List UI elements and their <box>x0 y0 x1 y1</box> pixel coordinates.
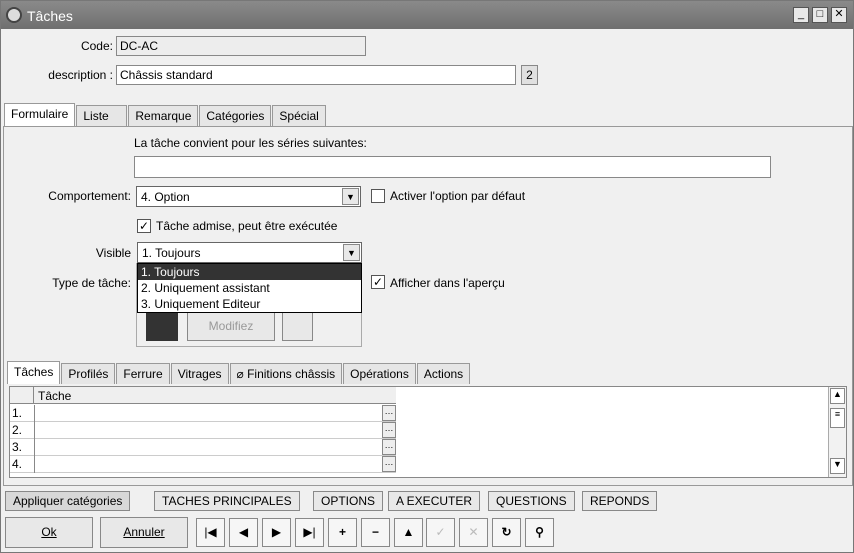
last-record-icon[interactable]: ▶| <box>295 518 324 547</box>
row-header-corner <box>10 387 34 404</box>
visible-dropdown[interactable]: 1. Toujours 2. Uniquement assistant 3. U… <box>137 263 362 313</box>
first-record-icon[interactable]: |◀ <box>196 518 225 547</box>
row-divider <box>34 405 35 422</box>
visible-label: Visible <box>95 246 131 260</box>
description-badge: 2 <box>521 65 538 85</box>
previous-record-icon[interactable]: ◀ <box>229 518 258 547</box>
scroll-down-icon[interactable]: ▼ <box>830 458 845 474</box>
comportement-select[interactable]: 4. Option ▼ <box>136 186 361 207</box>
remove-icon[interactable]: − <box>361 518 390 547</box>
table-body: 1. … 2. … 3. … 4. … <box>10 405 396 473</box>
options-tab[interactable]: OPTIONS <box>313 491 384 511</box>
visible-option[interactable]: 3. Uniquement Editeur <box>138 296 361 312</box>
row-divider <box>34 422 35 439</box>
tab-special[interactable]: Spécial <box>272 105 326 126</box>
activer-label: Activer l'option par défaut <box>390 189 526 203</box>
visible-option[interactable]: 2. Uniquement assistant <box>138 280 361 296</box>
scroll-thumb[interactable]: ≡ <box>830 408 845 428</box>
chevron-down-icon[interactable]: ▼ <box>342 188 359 205</box>
row-divider <box>34 439 35 456</box>
afficher-checkbox[interactable]: ✓ <box>371 275 385 289</box>
table-header: Tâche <box>10 387 396 404</box>
column-header-tache: Tâche <box>38 389 72 403</box>
visible-option[interactable]: 1. Toujours <box>138 264 361 280</box>
table-row[interactable]: 4. … <box>10 456 396 473</box>
task-table: Tâche 1. … 2. … 3. … 4. … ▲ ≡ ▼ <box>9 386 847 478</box>
row-number: 2. <box>12 423 23 437</box>
ellipsis-button[interactable]: … <box>382 405 396 421</box>
window: Tâches _ □ ✕ Code: DC-AC description : C… <box>0 0 854 553</box>
table-row[interactable]: 3. … <box>10 439 396 456</box>
window-title: Tâches <box>27 8 73 24</box>
description-label: description : <box>48 68 113 82</box>
afficher-label: Afficher dans l'aperçu <box>390 276 505 290</box>
appliquer-categories-tab[interactable]: Appliquer catégories <box>5 491 131 511</box>
subtab-vitrages[interactable]: Vitrages <box>170 363 229 384</box>
questions-tab[interactable]: QUESTIONS <box>488 491 575 511</box>
subtab-finitions[interactable]: ⌀ Finitions châssis <box>229 363 343 384</box>
activer-checkbox[interactable] <box>371 189 385 203</box>
subtab-profiles[interactable]: Profilés <box>61 363 116 384</box>
subtab-finitions-label: Finitions châssis <box>247 367 336 381</box>
description-field[interactable]: Châssis standard <box>116 65 516 85</box>
visible-select[interactable]: 1. Toujours ▼ <box>137 242 362 263</box>
subtab-actions[interactable]: Actions <box>416 363 471 384</box>
ellipsis-button[interactable]: … <box>382 422 396 438</box>
row-number: 3. <box>12 440 23 454</box>
taches-principales-tab[interactable]: TACHES PRINCIPALES <box>154 491 300 511</box>
table-row[interactable]: 2. … <box>10 422 396 439</box>
confirm-icon[interactable]: ✓ <box>426 518 455 547</box>
app-icon <box>6 7 22 23</box>
comportement-label: Comportement: <box>48 189 131 203</box>
minimize-icon[interactable]: _ <box>793 7 809 23</box>
cancel-icon[interactable]: ✕ <box>459 518 488 547</box>
ellipsis-button[interactable]: … <box>382 439 396 455</box>
type-label: Type de tâche: <box>52 276 131 290</box>
series-field[interactable] <box>134 156 771 178</box>
refresh-icon[interactable]: ↻ <box>492 518 521 547</box>
series-caption: La tâche convient pour les séries suivan… <box>134 136 367 150</box>
modifiez-button[interactable]: Modifiez <box>187 311 275 341</box>
binoculars-icon[interactable]: ⚲ <box>525 518 554 547</box>
main-tabs: Formulaire Liste Remarque Catégories Spé… <box>4 103 327 126</box>
table-row[interactable]: 1. … <box>10 405 396 422</box>
sub-tabs: Tâches Profilés Ferrure Vitrages ⌀ Finit… <box>7 361 471 384</box>
table-scrollbar[interactable]: ▲ ≡ ▼ <box>828 387 846 477</box>
row-divider <box>34 456 35 473</box>
ok-button[interactable]: Ok <box>5 517 93 548</box>
blank-button[interactable] <box>282 311 313 341</box>
title-bar: Tâches _ □ ✕ <box>1 1 853 29</box>
admise-checkbox[interactable]: ✓ <box>137 219 151 233</box>
subtab-ferrure[interactable]: Ferrure <box>116 363 170 384</box>
visible-value: 1. Toujours <box>142 246 201 260</box>
reponds-tab[interactable]: REPONDS <box>582 491 658 511</box>
maximize-icon[interactable]: □ <box>812 7 828 23</box>
chevron-down-icon[interactable]: ▼ <box>343 244 360 261</box>
code-label: Code: <box>80 39 113 53</box>
color-swatch[interactable] <box>146 311 178 341</box>
move-up-icon[interactable]: ▲ <box>394 518 423 547</box>
subtab-operations[interactable]: Opérations <box>343 363 416 384</box>
tab-categories[interactable]: Catégories <box>199 105 272 126</box>
add-icon[interactable]: + <box>328 518 357 547</box>
paperclip-icon: ⌀ <box>236 367 248 381</box>
subtab-taches[interactable]: Tâches <box>7 361 61 384</box>
next-record-icon[interactable]: ▶ <box>262 518 291 547</box>
admise-label: Tâche admise, peut être exécutée <box>156 219 338 233</box>
tab-formulaire[interactable]: Formulaire <box>4 103 76 126</box>
ellipsis-button[interactable]: … <box>382 456 396 472</box>
annuler-button[interactable]: Annuler <box>100 517 188 548</box>
a-executer-tab[interactable]: A EXECUTER <box>388 491 481 511</box>
code-field[interactable]: DC-AC <box>116 36 366 56</box>
scroll-up-icon[interactable]: ▲ <box>830 388 845 404</box>
tab-liste[interactable]: Liste <box>76 105 128 126</box>
tab-remarque[interactable]: Remarque <box>128 105 199 126</box>
comportement-value: 4. Option <box>141 190 190 204</box>
close-icon[interactable]: ✕ <box>831 7 847 23</box>
row-number: 4. <box>12 457 23 471</box>
row-number: 1. <box>12 406 23 420</box>
